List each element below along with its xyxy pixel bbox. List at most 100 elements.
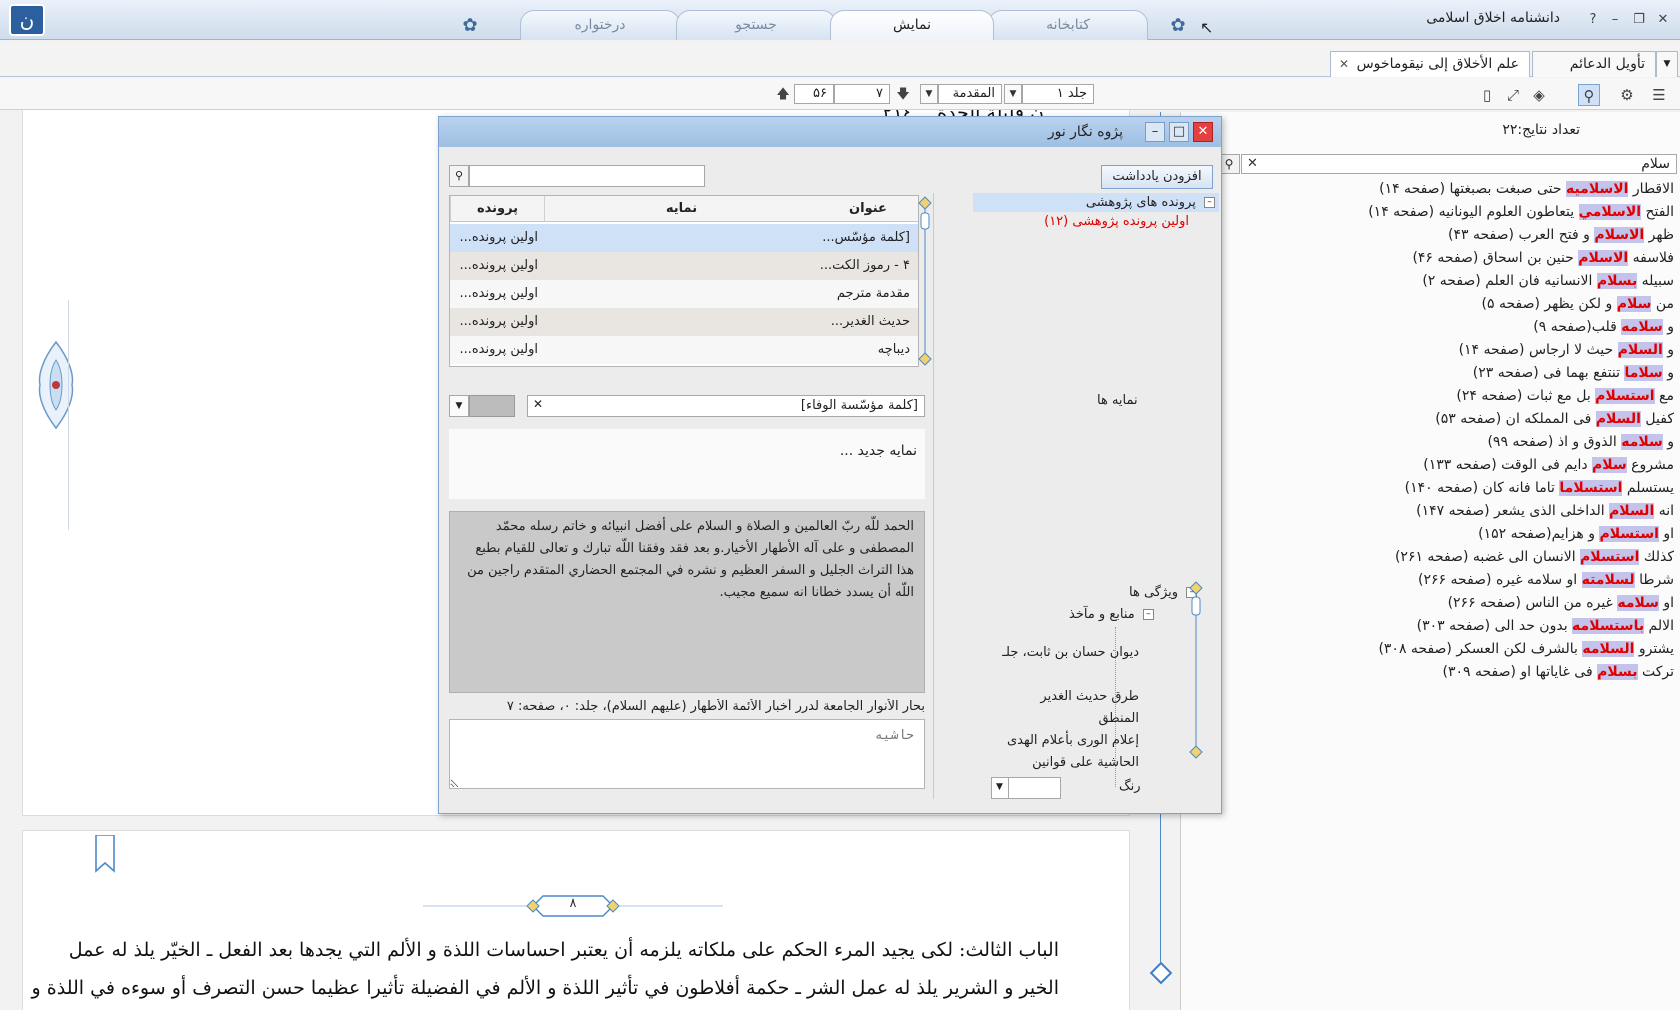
tab-search[interactable]: جستجو	[676, 10, 836, 40]
notes-grid-row[interactable]: ديباچه اولین پرونده...	[450, 336, 918, 364]
app-title: دانشنامه اخلاق اسلامی	[1426, 10, 1560, 26]
results-search-input[interactable]: سلام	[1241, 154, 1677, 174]
clear-title-icon[interactable]: ✕	[533, 397, 543, 411]
result-item[interactable]: تركت بسلام فى غاياتها او (صفحه ۳۰۹)	[1194, 661, 1674, 684]
result-match: استسلاما	[1559, 480, 1623, 496]
source-item[interactable]: المنطق	[939, 708, 1139, 730]
notes-grid-row[interactable]: حديث الغدير... اولین پرونده...	[450, 308, 918, 336]
scroll-end-marker-icon[interactable]	[1149, 961, 1173, 985]
section-dropdown-icon[interactable]: ▼	[920, 84, 938, 104]
result-context: ظهر	[1644, 227, 1674, 243]
tree-child-node[interactable]: اولین پرونده پژوهشی (۱۲)	[973, 212, 1219, 231]
result-item[interactable]: و سلاما تنتفع بهما فى (صفحه ۲۳)	[1194, 362, 1674, 385]
tree-root-node[interactable]: – پرونده های پژوهشی	[973, 193, 1219, 212]
note-title-field[interactable]: [كلمة مؤسّسة الوفاء]	[527, 395, 925, 417]
source-item[interactable]	[939, 664, 1139, 686]
minimize-button[interactable]: –	[1604, 10, 1626, 30]
result-item[interactable]: الالم باستسلامه بدون حد الى (صفحه ۳۰۳)	[1194, 615, 1674, 638]
dialog-title-bar[interactable]: پژوه نگار نور ✕ □ –	[439, 117, 1221, 147]
dialog-splitter[interactable]	[933, 193, 934, 799]
result-item[interactable]: او استسلام و هزايم(صفحه ۱۵۲)	[1194, 523, 1674, 546]
grid-cell-title: ۴ - رموز الكت...	[820, 258, 910, 273]
result-context: يشترو	[1634, 641, 1674, 657]
dialog-minimize-button[interactable]: –	[1145, 122, 1165, 142]
grid-scrollbar[interactable]	[917, 195, 933, 367]
collapse-toggle-icon[interactable]: –	[1204, 197, 1215, 208]
result-item[interactable]: شرطا لسلامته او سلامه غيره (صفحه ۲۶۶)	[1194, 569, 1674, 592]
grid-cell-title: مقدمة مترجم	[836, 286, 910, 301]
clear-search-icon[interactable]: ✕	[1247, 156, 1258, 171]
page-down-icon[interactable]: 🡇	[892, 84, 914, 106]
notes-grid-row[interactable]: مقدمة مترجم اولین پرونده...	[450, 280, 918, 308]
col-header-file[interactable]: پرونده پژوهشی	[450, 196, 544, 242]
new-index-area[interactable]: نمایه جدید ...	[449, 429, 925, 499]
notes-search-input[interactable]	[469, 165, 705, 187]
dialog-close-button[interactable]: ✕	[1193, 122, 1213, 142]
margin-note-textarea[interactable]	[449, 719, 925, 789]
mouse-cursor-icon: ↖	[1200, 18, 1214, 37]
collapse-toggle-icon[interactable]: –	[1142, 609, 1154, 620]
result-item[interactable]: او سلامه غيره من الناس (صفحه ۲۶۶)	[1194, 592, 1674, 615]
result-item[interactable]: الاقطار الاسلاميه حتى صبغت بصبغتها (صفحه…	[1194, 178, 1674, 201]
notes-search-icon[interactable]: ⚲	[449, 165, 469, 187]
col-header-title[interactable]: عنوان	[818, 196, 918, 222]
result-item[interactable]: مشروع سلام دايم فى الوقت (صفحه ۱۳۳)	[1194, 454, 1674, 477]
fullscreen-icon[interactable]: ⤢	[1502, 84, 1524, 106]
source-item[interactable]: الحاشية على قوانين	[939, 752, 1139, 774]
result-match: الاسلاميه	[1565, 181, 1629, 197]
result-item[interactable]: كفيل السلام فى المملكه ان (صفحه ۵۳)	[1194, 408, 1674, 431]
source-item[interactable]: طرق حديث الغدير	[939, 686, 1139, 708]
settings-gear-icon[interactable]: ⚙	[1616, 84, 1638, 106]
grid-cell-title: ديباچه	[877, 342, 910, 357]
result-item[interactable]: كذلك استسلام الانسان الى غضبه (صفحه ۲۶۱)	[1194, 546, 1674, 569]
notes-grid-row[interactable]: ۴ - رموز الكت... اولین پرونده...	[450, 252, 918, 280]
result-context: بدون حد الى (صفحه ۳۰۳)	[1416, 618, 1573, 634]
tabs-dropdown-icon[interactable]: ▼	[1656, 51, 1678, 77]
close-tab-icon[interactable]: ✕	[1339, 52, 1349, 76]
color-select-dropdown-icon[interactable]: ▼	[991, 777, 1009, 799]
restore-button[interactable]: ❐	[1628, 10, 1650, 30]
volume-dropdown-icon[interactable]: ▼	[1004, 84, 1022, 104]
source-item[interactable]: إعلام الورى بأعلام الهدى	[939, 730, 1139, 752]
result-item[interactable]: من سلام و لكن يظهر (صفحه ۵)	[1194, 293, 1674, 316]
result-item[interactable]: يشترو السلامه بالشرف لكن العسكر (صفحه ۳۰…	[1194, 638, 1674, 661]
result-item[interactable]: و سلامه قلب(صفحه ۹)	[1194, 316, 1674, 339]
doc-tab[interactable]: تأويل الدعائم	[1532, 51, 1656, 77]
result-item[interactable]: الفتح الاسلامي يتعاطون العلوم اليونانيه …	[1194, 201, 1674, 224]
result-item[interactable]: انه السلام الداخلى الذى يشعر (صفحه ۱۴۷)	[1194, 500, 1674, 523]
dialog-maximize-button[interactable]: □	[1169, 122, 1189, 142]
menu-list-icon[interactable]: ☰	[1648, 84, 1670, 106]
properties-scrollbar[interactable]	[1189, 581, 1203, 759]
notes-grid-row[interactable]: [كلمة مؤسّس... اولین پرونده...	[450, 224, 918, 252]
bookmark-ribbon-icon[interactable]	[93, 835, 117, 875]
tab-tree[interactable]: درختواره	[520, 10, 680, 40]
page-up-icon[interactable]: 🡅	[772, 84, 794, 106]
result-item[interactable]: و السلام حيث لا ارجاس (صفحه ۱۴)	[1194, 339, 1674, 362]
search-toggle-icon[interactable]: ⚲	[1578, 84, 1600, 106]
properties-node[interactable]: – ویژگی ها	[1129, 585, 1198, 600]
page-input[interactable]: ۷	[834, 84, 890, 104]
layers-icon[interactable]: ◈	[1528, 84, 1550, 106]
col-header-index[interactable]: نمایه	[544, 196, 818, 222]
bookmark-icon[interactable]: ▯	[1476, 84, 1498, 106]
note-color-dropdown-icon[interactable]: ▼	[449, 395, 469, 417]
add-note-button[interactable]: افزودن یادداشت	[1101, 165, 1213, 189]
result-item[interactable]: و سلامه الذوق و اذ (صفحه ۹۹)	[1194, 431, 1674, 454]
close-window-button[interactable]: ✕	[1652, 10, 1674, 30]
tab-view[interactable]: نمایش	[830, 10, 994, 40]
section-select[interactable]: المقدمة	[938, 84, 1002, 104]
doc-tab-active[interactable]: علم الأخلاق إلى نيقوماخوس ✕	[1330, 51, 1530, 77]
sources-node[interactable]: – منابع و مآخذ	[1069, 607, 1154, 622]
result-item[interactable]: سبيله بسلام الانسانيه فان العلم (صفحه ۲)	[1194, 270, 1674, 293]
note-color-swatch[interactable]	[469, 395, 515, 417]
result-item[interactable]: فلاسفه الاسلام حنين بن اسحاق (صفحه ۴۶)	[1194, 247, 1674, 270]
result-item[interactable]: مع استسلام بل مع ثبات (صفحه ۲۴)	[1194, 385, 1674, 408]
grid-cell-file: اولین پرونده...	[459, 258, 538, 273]
tab-library[interactable]: کتابخانه	[988, 10, 1148, 40]
volume-select[interactable]: جلد ۱	[1022, 84, 1094, 104]
result-item[interactable]: يستسلم استسلاما تاما فانه كان (صفحه ۱۴۰)	[1194, 477, 1674, 500]
result-context: يستسلم	[1622, 480, 1674, 496]
result-item[interactable]: ظهر الاسلام و فتح العرب (صفحه ۴۳)	[1194, 224, 1674, 247]
help-icon[interactable]: ?	[1582, 10, 1604, 30]
source-item[interactable]: ديوان حسان بن ثابت، جلـ	[939, 642, 1139, 664]
